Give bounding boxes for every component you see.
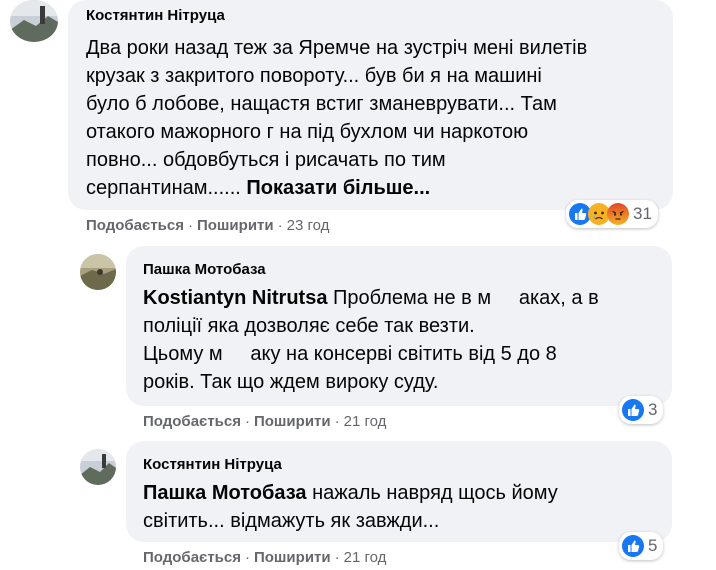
reactions-summary[interactable]: 31 — [566, 200, 658, 228]
like-icon — [622, 535, 644, 557]
separator: · — [244, 413, 250, 430]
mention-link[interactable]: Kostiantyn Nitrutsa — [143, 287, 327, 309]
comment-line: Два роки назад теж за Яремче на зустріч … — [86, 37, 588, 59]
like-icon — [622, 399, 644, 421]
avatar-photo-icon — [80, 449, 116, 485]
like-button[interactable]: Подобається — [86, 217, 184, 234]
comment-line: отакого мажорного г на під бухлом чи нар… — [86, 121, 529, 143]
avatar-photo-icon — [10, 0, 58, 42]
comment-line: світить... відмажуть як завжди... — [143, 510, 440, 532]
comment-author[interactable]: Костянтин Нітруца — [143, 456, 282, 473]
comment-author[interactable]: Пашка Мотобаза — [143, 261, 266, 278]
comment-actions: Подобається · Поширити · 21 год — [143, 549, 386, 566]
comment-line: років. Так що ждем вироку суду. — [143, 371, 439, 393]
comment-line-text: серпантинам...... — [86, 177, 241, 199]
timestamp[interactable]: 21 год — [344, 413, 387, 430]
comment-actions: Подобається · Поширити · 21 год — [143, 413, 386, 430]
comment-actions: Подобається · Поширити · 23 год — [86, 217, 329, 234]
like-button[interactable]: Подобається — [143, 549, 241, 566]
share-button[interactable]: Поширити — [197, 217, 274, 234]
see-more-link[interactable]: Показати більше... — [246, 177, 430, 199]
timestamp[interactable]: 23 год — [287, 217, 330, 234]
avatar-photo-icon — [80, 254, 116, 290]
separator: · — [187, 217, 193, 234]
comment-line: було б лобове, нащастя встиг зманевруват… — [86, 93, 557, 115]
comment-line: Пашка Мотобаза нажаль навряд щось йому — [143, 479, 558, 507]
comment-line-text: Проблема не в м аках, а в — [327, 287, 599, 309]
reaction-count: 5 — [648, 536, 658, 555]
reactions-summary[interactable]: 5 — [619, 532, 664, 560]
avatar[interactable] — [80, 254, 116, 290]
reactions-summary[interactable]: 3 — [619, 396, 664, 424]
separator: · — [334, 549, 340, 566]
mention-link[interactable]: Пашка Мотобаза — [143, 482, 307, 504]
angry-icon — [607, 203, 629, 225]
comment-line: Kostiantyn Nitrutsa Проблема не в м аках… — [143, 284, 599, 312]
separator: · — [334, 413, 340, 430]
comment-line-text: нажаль навряд щось йому — [306, 482, 558, 504]
separator: · — [277, 217, 283, 234]
comment-line: крузак з закритого повороту... був би я … — [86, 65, 542, 87]
comment-author[interactable]: Костянтин Нітруца — [86, 7, 225, 24]
like-button[interactable]: Подобається — [143, 413, 241, 430]
comment-line: повно... обдовбуться і рисачать по тим — [86, 149, 446, 171]
comment-line: Цьому м аку на консерві світить від 5 до… — [143, 343, 557, 365]
share-button[interactable]: Поширити — [254, 549, 331, 566]
comment-line: серпантинам...... Показати більше... — [86, 174, 430, 202]
separator: · — [244, 549, 250, 566]
timestamp[interactable]: 21 год — [344, 549, 387, 566]
reaction-count: 31 — [633, 204, 652, 223]
avatar[interactable] — [10, 0, 58, 42]
avatar[interactable] — [80, 449, 116, 485]
reaction-count: 3 — [648, 400, 658, 419]
share-button[interactable]: Поширити — [254, 413, 331, 430]
comment-line: поліції яка дозволяє себе так везти. — [143, 315, 475, 337]
